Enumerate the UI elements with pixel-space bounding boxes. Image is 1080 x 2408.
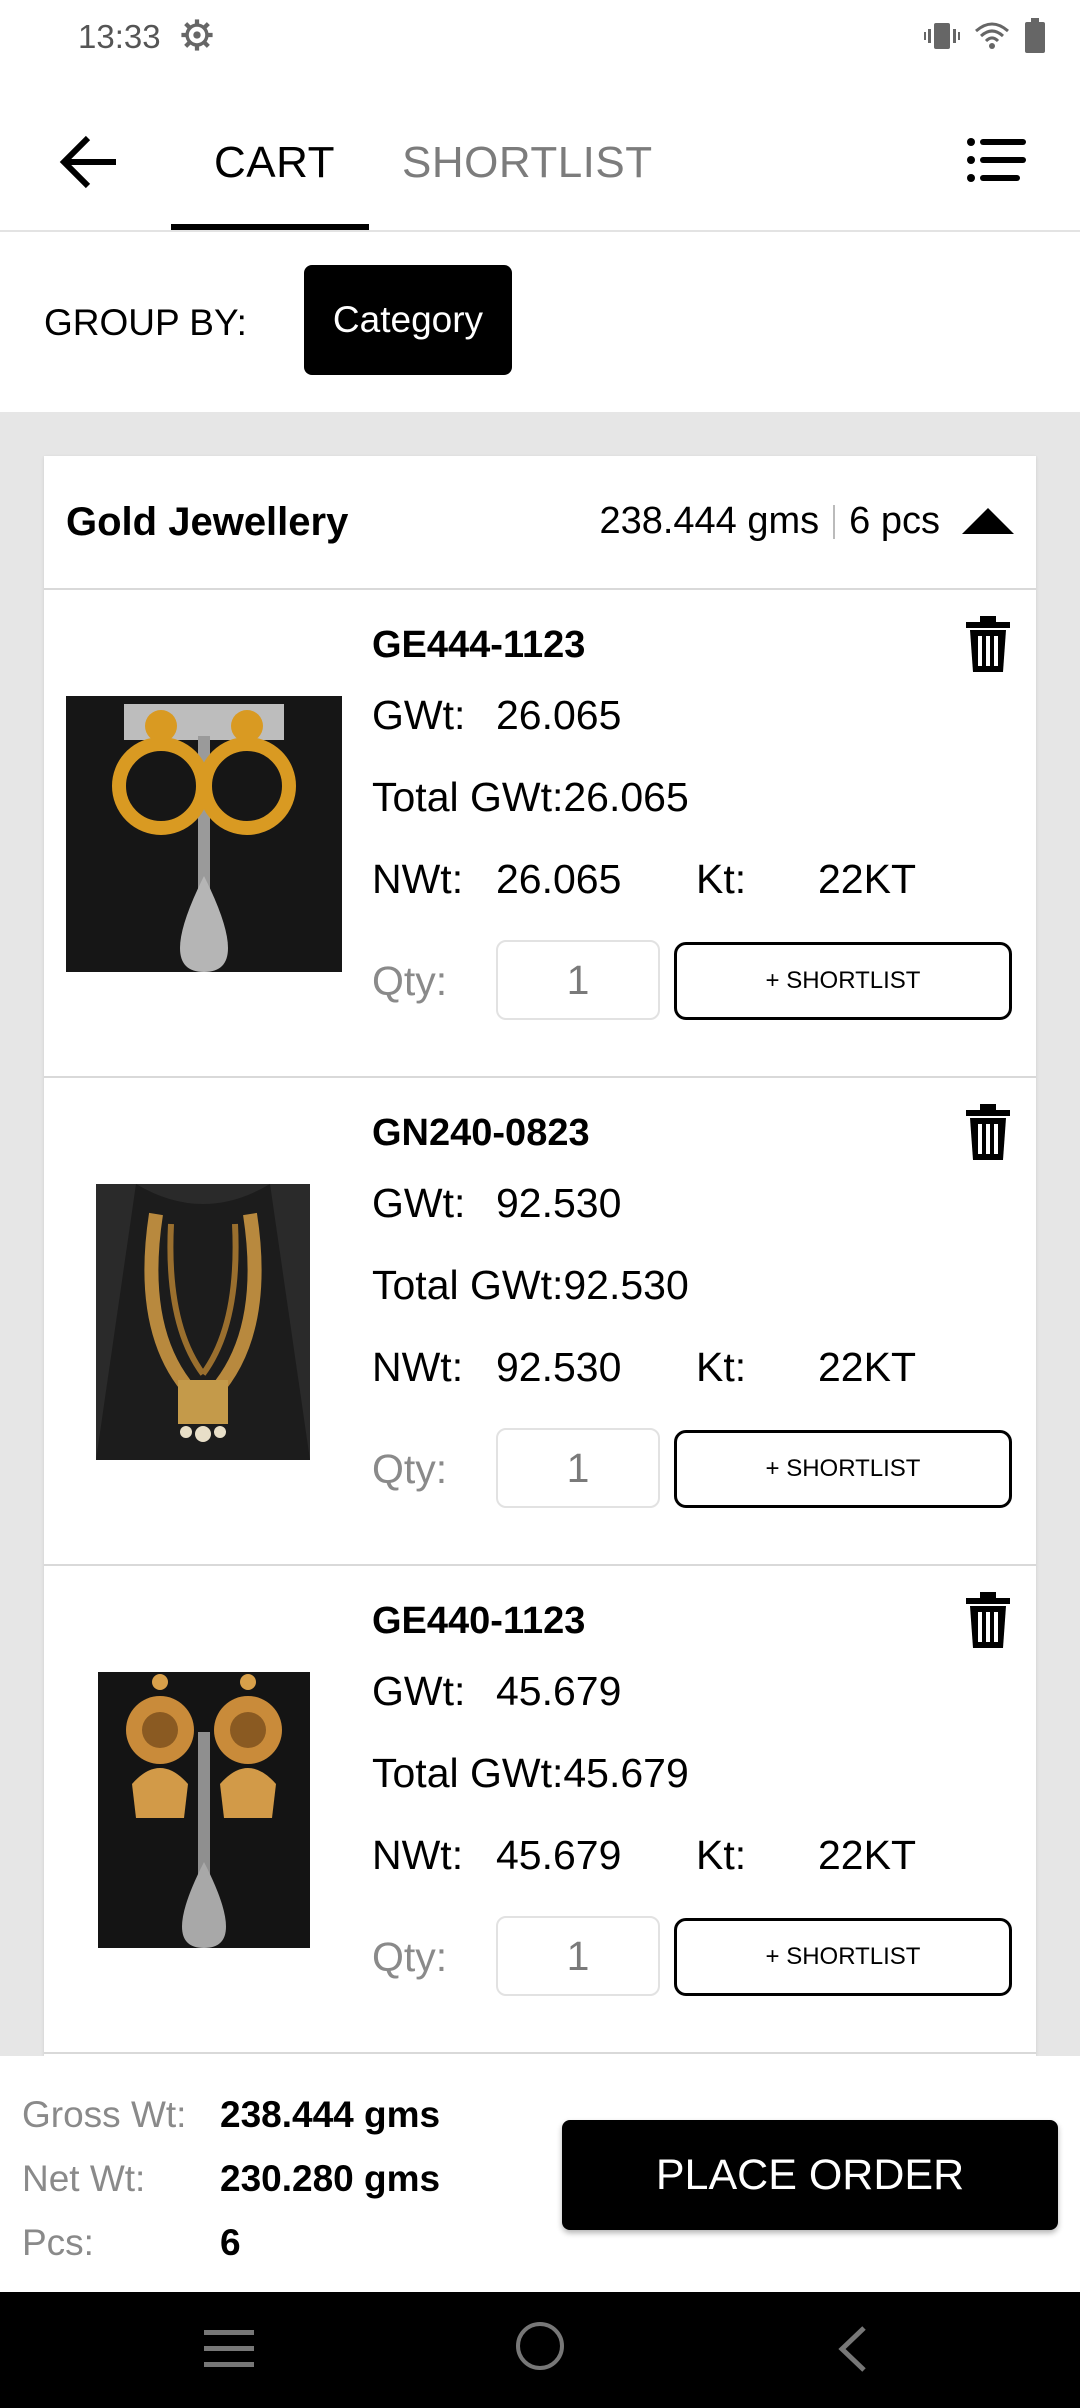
gross-weight-row: GWt: 92.530 xyxy=(372,1180,621,1227)
category-title: Gold Jewellery xyxy=(66,500,349,544)
pcs-label: Pcs: xyxy=(22,2222,94,2263)
gwt-label: GWt: xyxy=(372,692,466,738)
list-menu-icon[interactable] xyxy=(966,136,1028,184)
add-shortlist-button[interactable]: + SHORTLIST xyxy=(674,1918,1012,1996)
group-by-bar: GROUP BY: Category xyxy=(0,232,1080,412)
gwt-value: 26.065 xyxy=(496,692,622,738)
pcs-summary: Pcs: 6 xyxy=(22,2222,241,2264)
total-gwt: Total GWt:45.679 xyxy=(372,1750,689,1796)
total-gwt: Total GWt:26.065 xyxy=(372,774,689,820)
gwt-value: 45.679 xyxy=(496,1668,622,1714)
trash-icon[interactable] xyxy=(964,1592,1012,1648)
gross-label: Gross Wt: xyxy=(22,2094,187,2135)
gross-value: 238.444 gms xyxy=(220,2094,441,2135)
tab-cart[interactable]: CART xyxy=(214,138,335,188)
system-navigation-bar xyxy=(0,2292,1080,2408)
category-pcs: 6 pcs xyxy=(849,500,940,542)
nav-back-icon[interactable] xyxy=(832,2324,872,2374)
nwt-value: 45.679 xyxy=(496,1832,622,1878)
category-summary: 238.444 gms 6 pcs xyxy=(599,500,940,543)
vibrate-icon xyxy=(924,23,960,49)
gwt-value: 92.530 xyxy=(496,1180,622,1226)
net-weight-row: NWt: 92.530 xyxy=(372,1344,621,1391)
top-navigation: CART SHORTLIST xyxy=(0,80,1080,232)
order-summary-footer: Gross Wt: 238.444 gms Net Wt: 230.280 gms … xyxy=(0,2056,1080,2292)
kt-value: 22KT xyxy=(818,856,916,902)
group-category-button[interactable]: Category xyxy=(304,265,512,375)
necklace-product-image[interactable] xyxy=(96,1184,310,1460)
nav-home-icon[interactable] xyxy=(516,2322,564,2370)
cart-item: GN240-0823 GWt: 92.530 Total GWt:92.530 N… xyxy=(44,1078,1036,1566)
nwt-value: 92.530 xyxy=(496,1344,622,1390)
kt-value: 22KT xyxy=(818,1344,916,1390)
category-card: Gold Jewellery 238.444 gms 6 pcs GE444-1… xyxy=(44,456,1036,2056)
category-weight: 238.444 gms xyxy=(599,500,820,542)
add-shortlist-button[interactable]: + SHORTLIST xyxy=(674,942,1012,1020)
kt-label: Kt: xyxy=(696,1832,747,1878)
nwt-label: NWt: xyxy=(372,856,464,902)
qty-label: Qty: xyxy=(372,1446,448,1492)
net-value: 230.280 gms xyxy=(220,2158,441,2199)
kt-label: Kt: xyxy=(696,1344,747,1390)
tab-shortlist[interactable]: SHORTLIST xyxy=(402,138,653,188)
qty-label: Qty: xyxy=(372,1934,448,1980)
trash-icon[interactable] xyxy=(964,616,1012,672)
battery-icon xyxy=(1025,18,1045,53)
qty-input[interactable]: 1 xyxy=(496,1916,660,1996)
place-order-button[interactable]: PLACE ORDER xyxy=(562,2120,1058,2230)
gwt-label: GWt: xyxy=(372,1668,466,1714)
nwt-label: NWt: xyxy=(372,1832,464,1878)
pcs-value: 6 xyxy=(220,2222,241,2263)
item-code: GE444-1123 xyxy=(372,624,586,666)
nwt-value: 26.065 xyxy=(496,856,622,902)
net-weight-summary: Net Wt: 230.280 gms xyxy=(22,2158,440,2200)
jhumka-product-image[interactable] xyxy=(98,1672,310,1948)
category-header[interactable]: Gold Jewellery 238.444 gms 6 pcs xyxy=(44,456,1036,590)
item-code: GE440-1123 xyxy=(372,1600,586,1642)
cart-item: GE440-1123 GWt: 45.679 Total GWt:45.679 N… xyxy=(44,1566,1036,2054)
earring-product-image[interactable] xyxy=(66,696,342,972)
gwt-label: GWt: xyxy=(372,1180,466,1226)
gross-weight-row: GWt: 26.065 xyxy=(372,692,621,739)
summary-divider xyxy=(833,504,836,539)
cart-item: GE444-1123 GWt: 26.065 Total GWt:26.065 N… xyxy=(44,590,1036,1078)
net-weight-row: NWt: 26.065 xyxy=(372,856,621,903)
settings-gear-icon xyxy=(181,19,213,51)
kt-label: Kt: xyxy=(696,856,747,902)
gross-weight-summary: Gross Wt: 238.444 gms xyxy=(22,2094,440,2136)
add-shortlist-button[interactable]: + SHORTLIST xyxy=(674,1430,1012,1508)
status-bar: 13:33 xyxy=(0,0,1080,80)
item-code: GN240-0823 xyxy=(372,1112,590,1154)
active-tab-indicator xyxy=(171,224,369,230)
back-arrow-icon[interactable] xyxy=(58,130,122,194)
nav-menu-icon[interactable] xyxy=(204,2328,254,2370)
wifi-icon xyxy=(975,22,1009,49)
qty-input[interactable]: 1 xyxy=(496,940,660,1020)
group-by-label: GROUP BY: xyxy=(44,302,247,343)
trash-icon[interactable] xyxy=(964,1104,1012,1160)
net-label: Net Wt: xyxy=(22,2158,146,2199)
caret-up-icon[interactable] xyxy=(962,508,1014,534)
status-time: 13:33 xyxy=(78,18,161,55)
qty-label: Qty: xyxy=(372,958,448,1004)
net-weight-row: NWt: 45.679 xyxy=(372,1832,621,1879)
total-gwt: Total GWt:92.530 xyxy=(372,1262,689,1308)
qty-input[interactable]: 1 xyxy=(496,1428,660,1508)
kt-value: 22KT xyxy=(818,1832,916,1878)
gross-weight-row: GWt: 45.679 xyxy=(372,1668,621,1715)
nwt-label: NWt: xyxy=(372,1344,464,1390)
